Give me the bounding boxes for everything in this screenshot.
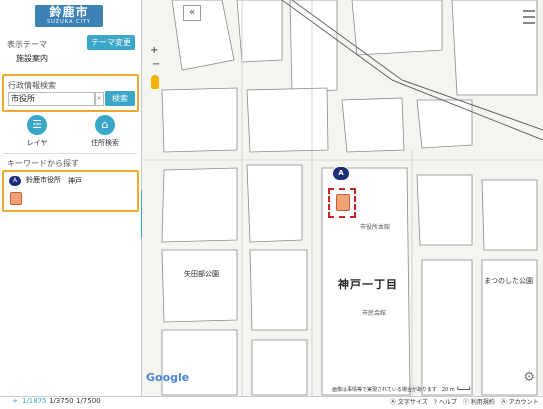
google-logo: Google [146, 371, 190, 384]
building-label-honkan: 市役所本館 [360, 224, 391, 231]
search-title: 行政情報検索 [8, 81, 56, 90]
facility-icon [10, 192, 22, 205]
block-label: 神戸一丁目 [338, 278, 398, 291]
street-view-icon[interactable] [151, 75, 159, 89]
footer-links[interactable]: Ⓐ 文字サイズ ? ヘルプ Ⓘ 利用規約 Ⓐ アカウント [390, 397, 539, 406]
scale-1875[interactable]: 1/1875 [22, 397, 47, 405]
result-area: 神戸 [68, 177, 82, 185]
gear-icon[interactable]: ⚙ [523, 370, 535, 385]
search-input[interactable]: 市役所 [8, 92, 96, 106]
scale-7500[interactable]: 1/7500 [76, 397, 101, 405]
logo-main: 鈴鹿市 [49, 5, 89, 19]
facility-icon [336, 194, 350, 211]
change-theme-button[interactable]: テーマ変更 ▶ [87, 35, 135, 62]
scale-3750[interactable]: 1/3750 [49, 397, 74, 405]
scale-add-icon[interactable]: + [12, 397, 18, 405]
theme-label: 表示テーマ [7, 40, 47, 49]
keyword-label: キーワードから探す [7, 159, 79, 168]
map-canvas[interactable]: « + − 市役所本館 市民会館 神戸一丁目 まつのした公園 矢田部公園 A G… [142, 0, 543, 396]
map-attribution: 画像は事情等で実現されている場合があります 20 m ┗━━━┛ [332, 387, 472, 393]
back-icon[interactable]: « [183, 5, 201, 21]
bottom-bar: + 1/1875 1/3750 1/7500 Ⓐ 文字サイズ ? ヘルプ Ⓘ 利… [0, 396, 543, 409]
address-search-button[interactable]: ⌂ 住所検索 [80, 115, 130, 148]
layer-label: レイヤ [26, 139, 48, 147]
sidebar: 鈴鹿市 SUZUKA CITY 表示テーマ テーマ変更 ▶ 施設案内 行政情報検… [0, 0, 142, 396]
building-label-kaikan: 市民会館 [362, 310, 387, 317]
address-search-label: 住所検索 [91, 139, 119, 147]
city-logo[interactable]: 鈴鹿市 SUZUKA CITY [35, 5, 103, 27]
list-icon: ☰ [27, 115, 47, 135]
park-label-side: まつのした公園 [484, 277, 533, 285]
park-label: 矢田部公園 [184, 270, 219, 278]
search-result-item[interactable]: A 鈴鹿市役所 神戸 [2, 170, 139, 212]
result-name[interactable]: 鈴鹿市役所 [26, 176, 66, 185]
marker-icon: A [9, 176, 21, 186]
menu-icon[interactable] [523, 10, 535, 24]
home-icon: ⌂ [95, 115, 115, 135]
zoom-out-button[interactable]: − [152, 59, 160, 70]
divider [3, 153, 137, 154]
layer-button[interactable]: ☰ レイヤ [12, 115, 62, 148]
logo-sub: SUZUKA CITY [46, 19, 92, 25]
map-marker-icon[interactable]: A [332, 166, 350, 181]
search-button[interactable]: 検索 [105, 91, 135, 106]
zoom-in-button[interactable]: + [150, 45, 158, 56]
admin-search-panel: 行政情報検索 市役所 × 検索 [2, 74, 139, 112]
clear-icon[interactable]: × [94, 92, 104, 106]
selected-facility-pin[interactable] [328, 188, 356, 218]
theme-value: 施設案内 [16, 54, 48, 63]
